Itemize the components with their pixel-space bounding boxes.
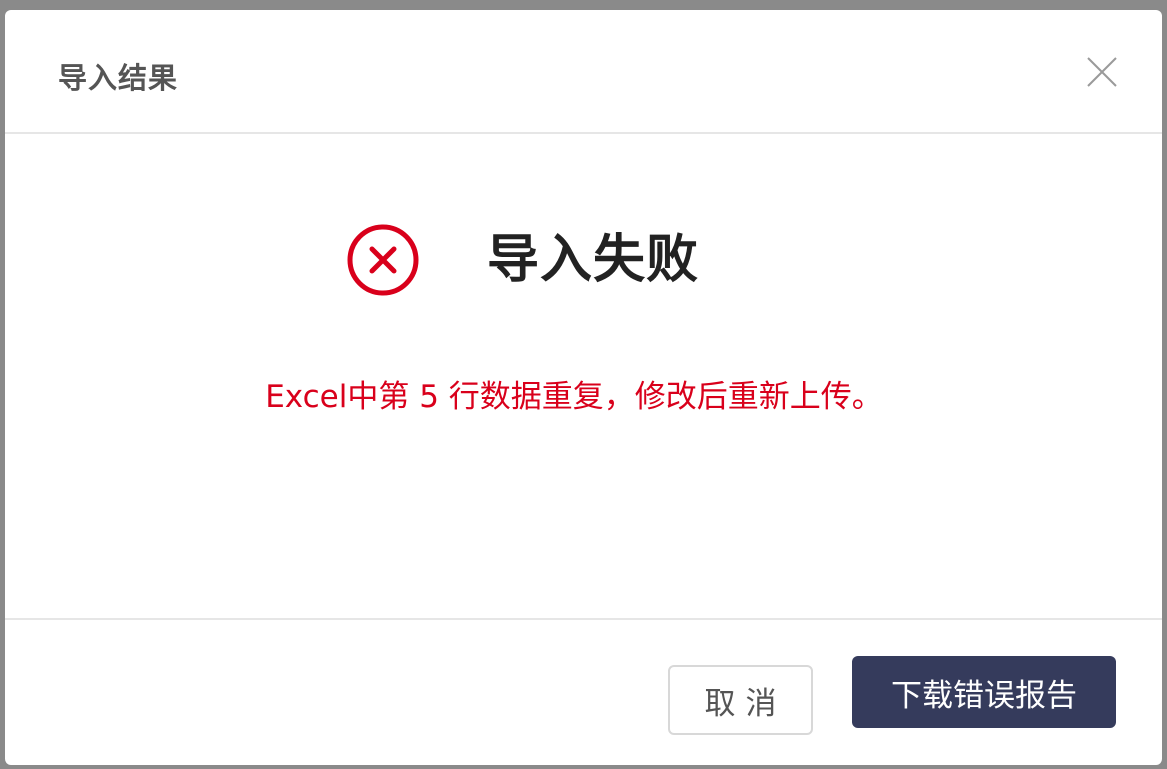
error-message: Excel中第 5 行数据重复，修改后重新上传。 [265, 379, 883, 415]
dialog-header: 导入结果 [5, 10, 1162, 134]
status-title: 导入失败 [487, 230, 700, 290]
close-icon[interactable] [1085, 55, 1119, 89]
error-circle-x-icon [345, 222, 421, 298]
download-error-report-button[interactable]: 下载错误报告 [852, 656, 1116, 728]
dialog-body: 导入失败 Excel中第 5 行数据重复，修改后重新上传。 [5, 134, 1162, 618]
status-row: 导入失败 [5, 222, 1162, 298]
cancel-button[interactable]: 取消 [668, 665, 813, 735]
import-result-dialog: 导入结果 导入失败 Excel中第 5 行数据重复，修改后重新上传。 取消 下载… [5, 10, 1162, 765]
dialog-footer: 取消 下载错误报告 [5, 618, 1162, 765]
dialog-title: 导入结果 [58, 61, 179, 95]
